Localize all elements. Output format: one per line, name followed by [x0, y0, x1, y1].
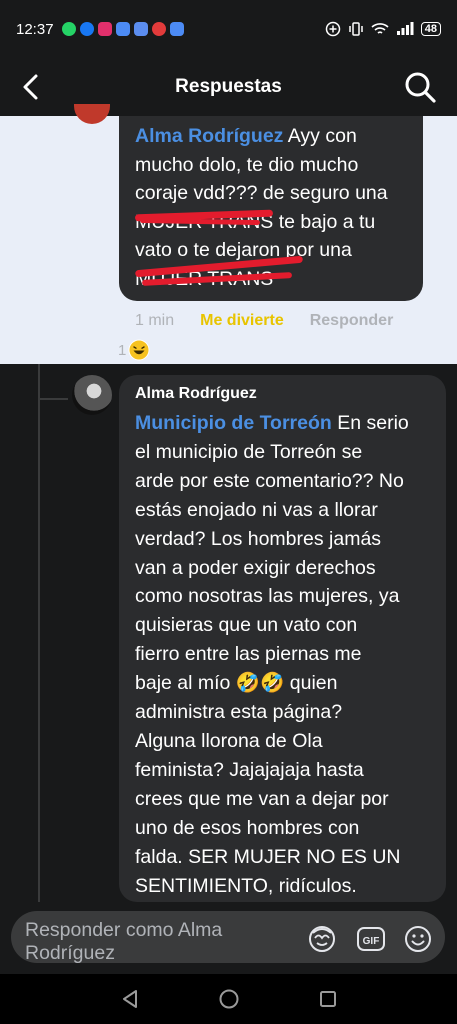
nav-home-icon[interactable] [218, 988, 240, 1010]
status-time: 12:37 [16, 20, 54, 38]
facebook-icon [79, 22, 94, 36]
avatar[interactable] [72, 375, 112, 415]
wifi-icon [371, 23, 389, 34]
reply-composer[interactable]: Responder como Alma Rodríguez GIF [11, 911, 445, 963]
thread-line [38, 364, 40, 902]
comment-actions: 1 min Me divierte Responder [135, 312, 393, 330]
gif-icon[interactable]: GIF [356, 924, 386, 954]
page-title: Respuestas [175, 76, 282, 97]
notification-icons [61, 22, 184, 36]
reply-button[interactable]: Responder [310, 312, 394, 330]
comment-text: Municipio de Torreón En serio el municip… [135, 412, 409, 897]
nav-recents-icon[interactable] [317, 988, 339, 1010]
comment-bubble[interactable]: Alma Rodríguez Municipio de Torreón En s… [119, 375, 446, 902]
reaction-summary[interactable]: 1 [118, 339, 150, 361]
emoji-icon[interactable] [403, 924, 433, 954]
signal-icon [396, 22, 414, 35]
vibrate-icon [349, 22, 363, 36]
search-icon[interactable] [403, 70, 437, 104]
top-app-bar: Respuestas [0, 58, 457, 116]
battery-indicator: 48 [420, 22, 441, 36]
reaction-count: 1 [118, 341, 127, 359]
mention-link[interactable]: Municipio de Torreón [135, 412, 332, 434]
app-icon [169, 22, 184, 36]
app-icon [133, 22, 148, 36]
data-saver-icon [325, 21, 340, 37]
svg-text:GIF: GIF [363, 936, 380, 947]
haha-emoji-icon [128, 339, 150, 361]
back-arrow-icon[interactable] [18, 72, 46, 102]
messages-icon [115, 22, 130, 36]
whatsapp-icon [61, 22, 76, 36]
comment-author[interactable]: Alma Rodríguez [135, 385, 430, 403]
avatar-sticker-icon[interactable] [307, 924, 337, 954]
status-bar: 12:37 48 [0, 0, 457, 58]
mention-link[interactable]: Alma Rodríguez [135, 125, 283, 147]
nav-back-icon[interactable] [119, 988, 141, 1010]
app-icon [151, 22, 166, 36]
reply-input[interactable]: Responder como Alma Rodríguez [25, 919, 295, 963]
instagram-icon [97, 22, 112, 36]
comment-time: 1 min [135, 312, 175, 329]
status-indicators: 48 [325, 21, 441, 37]
reaction-button[interactable]: Me divierte [200, 312, 284, 330]
thread-connector [38, 398, 68, 400]
system-navigation-bar [0, 974, 457, 1024]
